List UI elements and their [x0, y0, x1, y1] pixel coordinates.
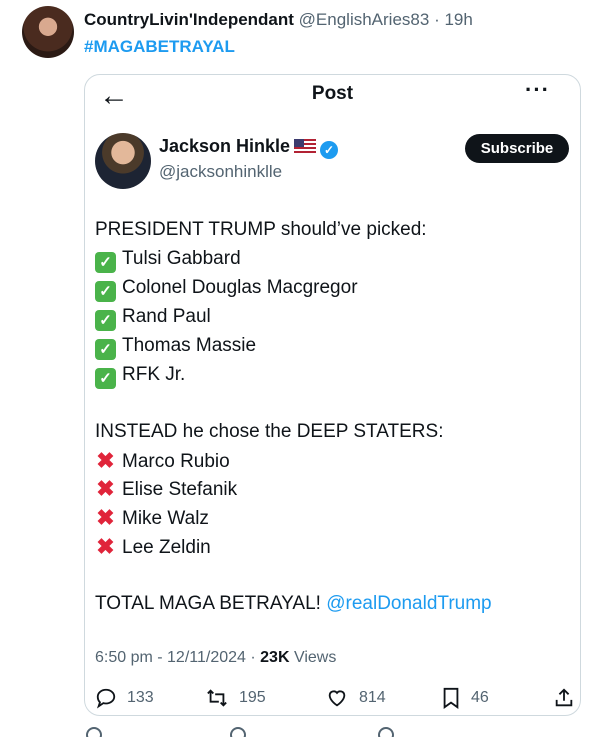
chosen-item-label: Mike Walz [122, 508, 209, 529]
views-label: Views [293, 649, 337, 666]
post-time[interactable]: 6:50 pm [95, 649, 153, 666]
author-name[interactable]: Jackson Hinkle [159, 136, 290, 156]
cross-mark-icon: ✖ [96, 505, 115, 530]
separator-dot: · [434, 10, 440, 29]
views-count: 23K [260, 649, 290, 666]
post-closing-line: TOTAL MAGA BETRAYAL! @realDonaldTrump [95, 593, 492, 615]
picked-item-label: Rand Paul [122, 306, 211, 327]
outer-like-icon[interactable] [378, 727, 394, 737]
picked-item: ✓ Colonel Douglas Macgregor [95, 277, 358, 302]
picked-item-label: Colonel Douglas Macgregor [122, 277, 358, 298]
post-date[interactable]: 12/11/2024 [167, 649, 246, 666]
author-avatar[interactable] [95, 133, 151, 189]
chosen-item: ✖ Elise Stefanik [95, 478, 237, 501]
chosen-item-label: Elise Stefanik [122, 479, 238, 500]
bookmark-icon [443, 687, 459, 709]
like-count: 814 [359, 689, 386, 706]
author-name-row: Jackson Hinkle ✓ [159, 136, 339, 159]
closing-text: TOTAL MAGA BETRAYAL! [95, 593, 321, 614]
outer-actions-row [84, 724, 584, 737]
post-meta: 6:50 pm - 12/11/2024 · 23K Views [95, 649, 337, 666]
like-button[interactable]: 814 [325, 687, 386, 709]
cross-mark-icon: ✖ [96, 534, 115, 559]
outer-repost-icon[interactable] [230, 727, 246, 737]
outer-avatar[interactable] [22, 6, 74, 58]
chosen-item: ✖ Mike Walz [95, 507, 209, 530]
chosen-item: ✖ Lee Zeldin [95, 534, 211, 559]
share-icon [555, 688, 573, 707]
heart-icon [328, 690, 346, 707]
post-intro-text: PRESIDENT TRUMP should’ve picked: [95, 219, 427, 240]
repost-count: 195 [239, 689, 266, 706]
outer-timestamp[interactable]: 19h [444, 10, 472, 29]
bookmark-button[interactable]: 46 [441, 687, 489, 709]
picked-item-label: Thomas Massie [122, 335, 257, 356]
subscribe-button[interactable]: Subscribe [465, 134, 569, 163]
chosen-item-label: Marco Rubio [122, 451, 230, 472]
check-mark-icon: ✓ [95, 339, 116, 360]
embedded-post-card[interactable]: ← Post ··· Jackson Hinkle ✓ @jacksonhinkl… [84, 74, 581, 716]
outer-author-name[interactable]: CountryLivin'Independant [84, 10, 294, 29]
chosen-item-label: Lee Zeldin [122, 537, 211, 558]
picked-item: ✓ RFK Jr. [95, 364, 185, 389]
repost-icon [207, 689, 227, 707]
check-mark-icon: ✓ [95, 368, 116, 389]
hashtag-link[interactable]: #MAGABETRAYAL [84, 37, 235, 57]
bookmark-count: 46 [471, 689, 489, 706]
cross-mark-icon: ✖ [96, 476, 115, 501]
us-flag-icon [294, 139, 317, 153]
picked-item: ✓ Thomas Massie [95, 335, 256, 360]
picked-item: ✓ Tulsi Gabbard [95, 248, 241, 273]
outer-tweet-header: CountryLivin'Independant @EnglishAries83… [84, 10, 473, 30]
repost-button[interactable]: 195 [205, 687, 266, 709]
card-title: Post [311, 83, 354, 104]
picked-item: ✓ Rand Paul [95, 306, 211, 331]
check-mark-icon: ✓ [95, 310, 116, 331]
chosen-item: ✖ Marco Rubio [95, 448, 230, 473]
reply-count: 133 [127, 689, 154, 706]
picked-item-label: RFK Jr. [122, 364, 186, 385]
reply-button[interactable]: 133 [95, 687, 154, 709]
cross-mark-icon: ✖ [96, 448, 115, 473]
share-button[interactable] [553, 687, 580, 709]
check-mark-icon: ✓ [95, 281, 116, 302]
reply-icon [96, 688, 116, 709]
mention-link[interactable]: @realDonaldTrump [326, 593, 491, 614]
outer-author-handle[interactable]: @EnglishAries83 [299, 10, 430, 29]
more-options-icon[interactable]: ··· [525, 77, 550, 103]
picked-item-label: Tulsi Gabbard [122, 248, 241, 269]
post-instead-text: INSTEAD he chose the DEEP STATERS: [95, 421, 444, 442]
check-mark-icon: ✓ [95, 252, 116, 273]
outer-reply-icon[interactable] [86, 727, 102, 737]
verified-badge-icon: ✓ [320, 141, 339, 159]
author-handle[interactable]: @jacksonhinklle [159, 162, 282, 182]
